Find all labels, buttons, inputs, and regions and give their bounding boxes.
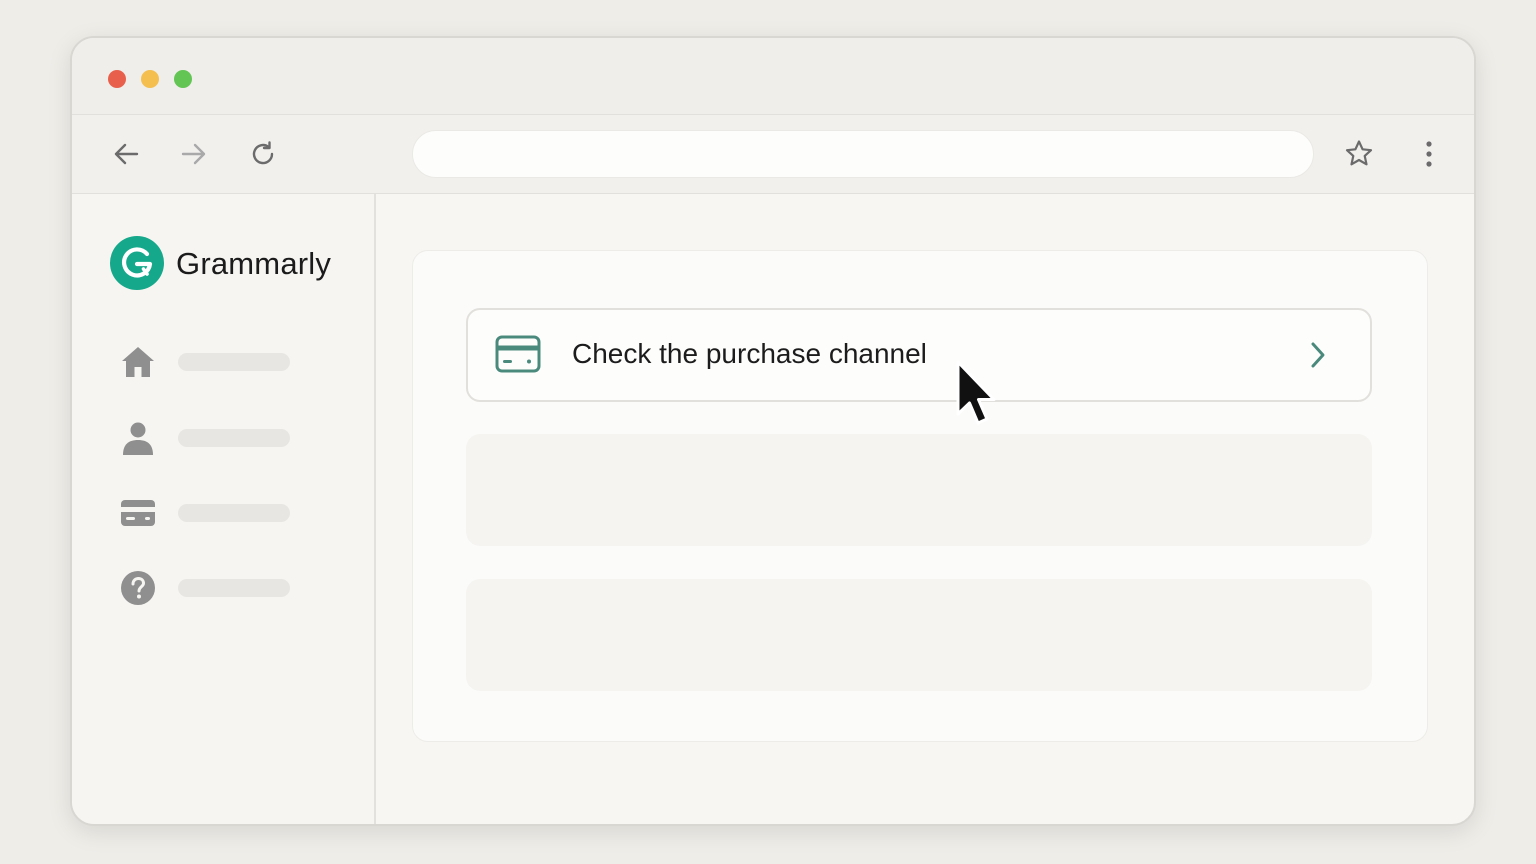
grammarly-logo-icon[interactable] [110,236,164,290]
credit-card-icon [118,495,158,531]
kebab-menu-icon [1426,141,1432,167]
sidebar-item-label-placeholder [178,504,290,522]
mouse-pointer-icon [956,360,996,425]
arrow-right-icon [181,143,206,165]
browser-menu-button[interactable] [1412,137,1446,171]
sidebar-item-billing[interactable] [118,493,298,533]
placeholder-row [466,434,1372,546]
check-purchase-channel-row[interactable]: Check the purchase channel [466,308,1372,402]
browser-window: Grammarly Check the purchase channel [70,36,1476,826]
placeholder-row [466,579,1372,691]
star-icon [1345,140,1373,166]
forward-button[interactable] [177,137,211,171]
sidebar-item-label-placeholder [178,579,290,597]
sidebar-item-help[interactable] [118,568,298,608]
brand-name: Grammarly [176,246,332,281]
reload-icon [252,141,274,165]
bookmark-button[interactable] [1342,137,1376,171]
arrow-left-icon [114,143,139,165]
address-bar[interactable] [412,130,1314,178]
user-icon [118,420,158,456]
browser-toolbar [72,115,1474,194]
maximize-window-button[interactable] [174,70,192,88]
close-window-button[interactable] [108,70,126,88]
sidebar-item-label-placeholder [178,429,290,447]
action-label: Check the purchase channel [572,338,927,369]
minimize-window-button[interactable] [141,70,159,88]
reload-button[interactable] [246,137,280,171]
sidebar: Grammarly [72,194,376,824]
home-icon [118,344,158,380]
help-icon [118,570,158,606]
sidebar-item-label-placeholder [178,353,290,371]
sidebar-item-home[interactable] [118,342,298,382]
chevron-right-icon [1311,342,1325,368]
title-bar [72,38,1474,115]
sidebar-item-profile[interactable] [118,418,298,458]
credit-card-icon [495,335,541,373]
back-button[interactable] [109,137,143,171]
